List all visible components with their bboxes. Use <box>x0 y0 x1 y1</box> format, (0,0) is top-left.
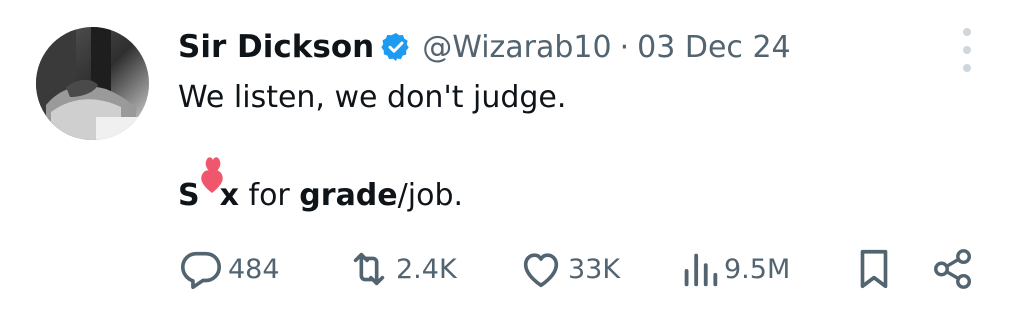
views-button[interactable]: 9.5M <box>680 244 790 294</box>
repost-icon <box>353 252 385 286</box>
reply-icon <box>180 251 222 290</box>
views-count: 9.5M <box>724 253 791 285</box>
user-handle[interactable]: @Wizarab10 <box>422 30 611 65</box>
text-for: for <box>238 178 300 213</box>
more-vertical-icon[interactable] <box>955 28 979 72</box>
views-bar-chart-icon <box>684 253 718 287</box>
separator-dot: · <box>619 29 630 65</box>
action-bar: 484 2.4K 33K 9.5M <box>178 244 978 294</box>
tweet-header: Sir Dickson @Wizarab10 · 03 Dec 24 <box>178 24 791 70</box>
reply-button[interactable]: 484 <box>178 244 280 294</box>
reply-count: 484 <box>228 253 280 285</box>
repost-count: 2.4K <box>396 253 457 285</box>
verified-badge-icon <box>380 31 412 63</box>
tweet-card[interactable]: Sir Dickson @Wizarab10 · 03 Dec 24 We li… <box>0 0 1024 314</box>
share-icon <box>934 249 972 289</box>
share-button[interactable] <box>930 244 976 294</box>
avatar[interactable] <box>36 27 149 140</box>
like-heart-icon <box>523 253 559 288</box>
bookmark-icon <box>860 249 888 289</box>
text-job: /job. <box>397 178 464 213</box>
bookmark-button[interactable] <box>854 244 894 294</box>
display-name[interactable]: Sir Dickson <box>178 29 374 65</box>
text-grade: grade <box>299 178 398 213</box>
repost-button[interactable]: 2.4K <box>346 244 457 294</box>
avatar-image <box>36 27 149 140</box>
tweet-date[interactable]: 03 Dec 24 <box>637 30 790 65</box>
tweet-text-line-1: We listen, we don't judge. <box>178 80 567 115</box>
like-button[interactable]: 33K <box>518 244 620 294</box>
tweet-text-line-2: S x for grade/job. <box>178 157 464 213</box>
heart-emoji <box>200 157 223 205</box>
like-count: 33K <box>568 253 621 285</box>
